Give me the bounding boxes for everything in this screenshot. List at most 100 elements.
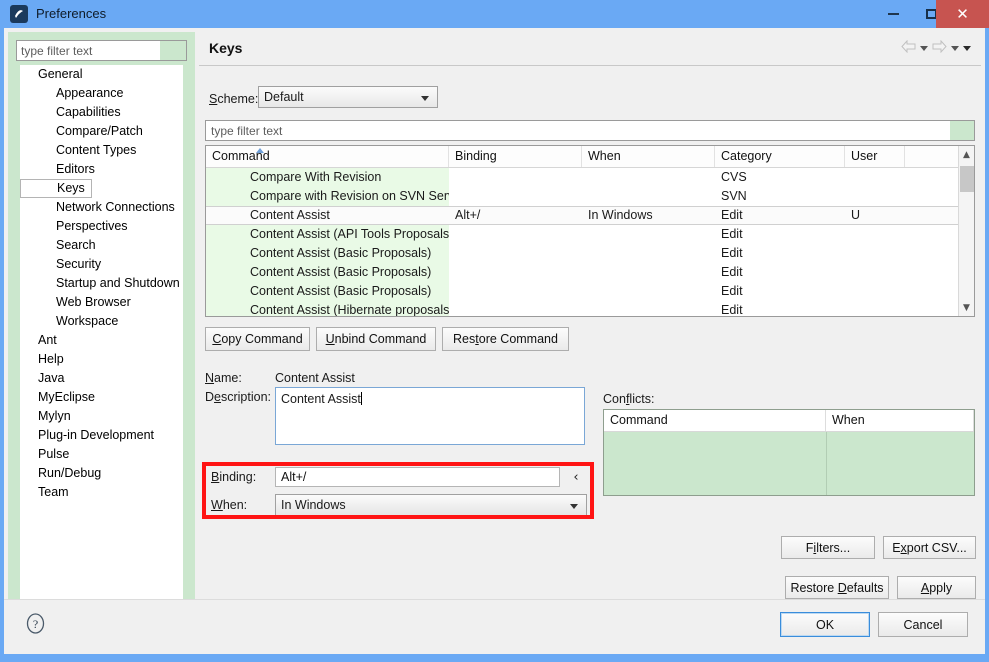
unbind-command-button[interactable]: Unbind Command: [316, 327, 436, 351]
sidebar-item-label: Appearance: [56, 86, 124, 100]
tree-filter-input[interactable]: [17, 41, 160, 60]
scheme-combo[interactable]: Default: [258, 86, 438, 108]
sidebar-item-run-debug[interactable]: Run/Debug: [20, 464, 183, 483]
back-arrow-icon[interactable]: [901, 39, 916, 56]
copy-command-button[interactable]: Copy Command: [205, 327, 310, 351]
scrollbar-thumb[interactable]: [960, 166, 974, 192]
column-header-user[interactable]: User: [845, 146, 905, 167]
sidebar-item-team[interactable]: Team: [20, 483, 183, 502]
sidebar-item-java[interactable]: Java: [20, 369, 183, 388]
forward-history-chevron-down-icon[interactable]: [951, 45, 959, 51]
forward-arrow-icon[interactable]: [932, 39, 947, 56]
sidebar-item-label: Workspace: [56, 314, 119, 328]
binding-input[interactable]: [275, 467, 560, 487]
sidebar-item-content-types[interactable]: Content Types: [20, 141, 183, 160]
cell-category: CVS: [721, 170, 747, 184]
preferences-tree[interactable]: General Appearance Capabilities Compare/Pat…: [20, 65, 183, 622]
table-row[interactable]: Content Assist (Basic Proposals) Edit: [206, 244, 974, 263]
cell-category: Edit: [721, 303, 743, 317]
sidebar-item-help[interactable]: Help: [20, 350, 183, 369]
sidebar-item-compare-patch[interactable]: Compare/Patch: [20, 122, 183, 141]
cell-user: U: [851, 208, 861, 222]
chevron-down-icon[interactable]: ▼: [959, 299, 974, 316]
page-menu-chevron-down-icon[interactable]: [963, 45, 971, 51]
bindings-table-body[interactable]: Compare With Revision CVS Compare with Rev…: [206, 168, 974, 317]
ok-button[interactable]: OK: [780, 612, 870, 637]
bindings-table[interactable]: Command Binding When Category User Compare W…: [205, 145, 975, 317]
ok-button-label: OK: [815, 617, 835, 632]
bindings-table-scrollbar[interactable]: ▲ ▼: [958, 146, 974, 316]
name-label: Name:: [205, 371, 242, 385]
chevron-up-icon[interactable]: ▲: [959, 146, 974, 163]
sidebar-item-label: Keys: [20, 179, 92, 198]
bindings-filter[interactable]: [205, 120, 975, 141]
sidebar-item-security[interactable]: Security: [20, 255, 183, 274]
sidebar-item-label: MyEclipse: [38, 390, 95, 404]
table-row[interactable]: Content Assist (API Tools Proposals) Edit: [206, 225, 974, 244]
cell-when: [582, 225, 715, 244]
table-row[interactable]: Compare with Revision on SVN Server SVN: [206, 187, 974, 206]
column-header-command[interactable]: Command: [206, 146, 449, 167]
when-combo[interactable]: In Windows: [275, 494, 587, 516]
sidebar-item-search[interactable]: Search: [20, 236, 183, 255]
sidebar-item-workspace[interactable]: Workspace: [20, 312, 183, 331]
help-question-icon[interactable]: ?: [24, 612, 46, 634]
table-row[interactable]: Content Assist (Basic Proposals) Edit: [206, 282, 974, 301]
sidebar-item-mylyn[interactable]: Mylyn: [20, 407, 183, 426]
sidebar-item-web-browser[interactable]: Web Browser: [20, 293, 183, 312]
sidebar-item-label: Ant: [38, 333, 57, 347]
table-row[interactable]: Content Assist (Basic Proposals) Edit: [206, 263, 974, 282]
conflicts-column-header-when[interactable]: When: [826, 410, 974, 431]
restore-defaults-button[interactable]: Restore Defaults: [785, 576, 889, 599]
apply-button[interactable]: Apply: [897, 576, 976, 599]
cell-user: [845, 168, 905, 187]
chevron-down-icon: [421, 96, 429, 101]
scheme-label: Scheme:: [209, 92, 259, 106]
filters-button[interactable]: Filters...: [781, 536, 875, 559]
conflicts-table-header: Command When: [604, 410, 974, 432]
binding-label: Binding:: [211, 470, 257, 484]
sidebar-item-capabilities[interactable]: Capabilities: [20, 103, 183, 122]
column-header-category[interactable]: Category: [715, 146, 845, 167]
back-history-chevron-down-icon[interactable]: [920, 45, 928, 51]
conflicts-column-header-command[interactable]: Command: [604, 410, 826, 431]
cell-when: [582, 282, 715, 301]
sidebar-item-appearance[interactable]: Appearance: [20, 84, 183, 103]
column-header-when[interactable]: When: [582, 146, 715, 167]
sidebar-item-plug-in-development[interactable]: Plug-in Development: [20, 426, 183, 445]
close-button[interactable]: ✕: [936, 0, 989, 28]
sidebar-item-label: Plug-in Development: [38, 428, 155, 442]
close-icon: ✕: [956, 4, 969, 23]
conflicts-table-body[interactable]: [604, 432, 974, 495]
table-row[interactable]: Content Assist Alt+/ In Windows Edit U: [206, 206, 974, 225]
cell-user: [845, 244, 905, 263]
cell-command: Content Assist (Basic Proposals): [206, 282, 449, 301]
table-row[interactable]: Content Assist (Hibernate proposals) Edit: [206, 301, 974, 317]
sidebar-item-pulse[interactable]: Pulse: [20, 445, 183, 464]
restore-command-button[interactable]: Restore Command: [442, 327, 569, 351]
sidebar-item-general[interactable]: General: [20, 65, 183, 84]
tree-filter[interactable]: [16, 40, 187, 61]
cell-command: Content Assist (Basic Proposals): [206, 263, 449, 282]
sidebar-item-startup-and-shutdown[interactable]: Startup and Shutdown: [20, 274, 183, 293]
export-csv-button[interactable]: Export CSV...: [883, 536, 976, 559]
sidebar-item-keys[interactable]: Keys: [20, 179, 183, 198]
minimize-button[interactable]: [874, 0, 912, 28]
bindings-filter-input[interactable]: [206, 121, 950, 140]
sort-ascending-icon: [256, 148, 264, 153]
sidebar-item-ant[interactable]: Ant: [20, 331, 183, 350]
description-textarea[interactable]: Content Assist: [275, 387, 585, 445]
binding-previous-button[interactable]: ‹: [565, 466, 587, 488]
sidebar-item-myeclipse[interactable]: MyEclipse: [20, 388, 183, 407]
bindings-table-header: Command Binding When Category User: [206, 146, 974, 168]
sidebar-item-label: Capabilities: [56, 105, 121, 119]
cell-binding: [449, 168, 582, 187]
cell-command: Compare With Revision: [206, 168, 449, 187]
column-header-binding[interactable]: Binding: [449, 146, 582, 167]
conflicts-table[interactable]: Command When: [603, 409, 975, 496]
sidebar-item-perspectives[interactable]: Perspectives: [20, 217, 183, 236]
sidebar-item-network-connections[interactable]: Network Connections: [20, 198, 183, 217]
cancel-button[interactable]: Cancel: [878, 612, 968, 637]
sidebar-item-editors[interactable]: Editors: [20, 160, 183, 179]
table-row[interactable]: Compare With Revision CVS: [206, 168, 974, 187]
